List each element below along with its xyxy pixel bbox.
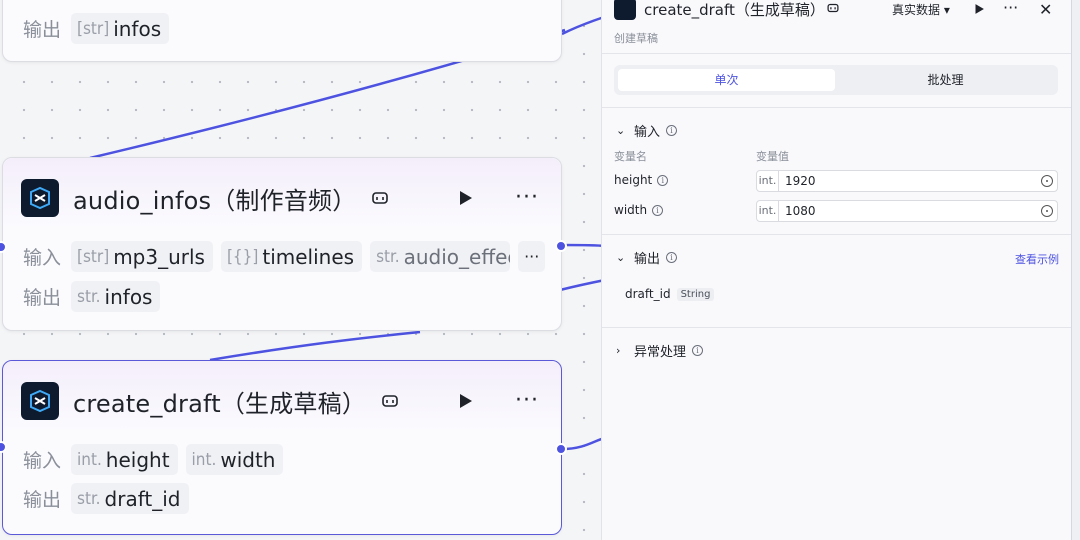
run-mode-tabs: 单次 批处理 bbox=[614, 65, 1058, 95]
run-icon[interactable] bbox=[972, 2, 986, 16]
tab-batch[interactable]: 批处理 bbox=[837, 69, 1054, 91]
plugin-icon bbox=[372, 192, 389, 204]
node-title: audio_infos（制作音频） bbox=[73, 186, 357, 215]
panel-subtitle: 创建草稿 bbox=[614, 32, 658, 45]
node-outputs: 输出 str. draft_id bbox=[23, 483, 189, 514]
col-header-name: 变量名 bbox=[614, 150, 647, 163]
more-icon[interactable]: ··· bbox=[515, 390, 539, 412]
input-chip: int. width bbox=[185, 444, 284, 475]
output-chip: str. infos bbox=[71, 281, 161, 312]
capcut-logo-icon bbox=[614, 0, 636, 20]
node-previous[interactable]: 输出 [str] infos bbox=[2, 0, 562, 62]
side-panel-edge bbox=[1071, 0, 1080, 540]
more-inputs-button[interactable]: ··· bbox=[518, 241, 546, 272]
info-icon: i bbox=[666, 125, 678, 136]
output-port[interactable] bbox=[555, 443, 567, 455]
node-title: create_draft（生成草稿） bbox=[73, 389, 367, 418]
capcut-logo-icon bbox=[21, 382, 59, 420]
edge-audio-lower bbox=[559, 278, 606, 292]
node-inputs: 输入 int. height int. width bbox=[23, 444, 284, 475]
tab-single[interactable]: 单次 bbox=[618, 69, 835, 91]
info-icon: i bbox=[657, 174, 669, 186]
node-inputs: 输入 [str] mp3_urls [{}] timelines str. audio… bbox=[23, 241, 546, 272]
edge-audio-out bbox=[561, 243, 606, 248]
node-create-draft[interactable]: create_draft（生成草稿） ··· 输入 int. height int… bbox=[2, 360, 562, 535]
input-chip: [{}] timelines bbox=[220, 241, 363, 272]
output-port[interactable] bbox=[555, 240, 567, 252]
var-name-height: height i bbox=[614, 173, 669, 187]
variable-ref-icon[interactable] bbox=[1041, 175, 1053, 187]
output-label: 输出 bbox=[23, 287, 62, 309]
variable-ref-icon[interactable] bbox=[1041, 205, 1053, 217]
capcut-logo-icon bbox=[21, 179, 59, 217]
plugin-icon bbox=[382, 395, 398, 407]
panel-header: create_draft（生成草稿） 真实数据 ▾ ··· ✕ 创建草稿 bbox=[602, 0, 1071, 54]
chevron-right-icon: › bbox=[616, 344, 621, 357]
info-icon: i bbox=[692, 345, 704, 356]
close-icon[interactable]: ✕ bbox=[1039, 0, 1052, 19]
run-icon[interactable] bbox=[455, 391, 475, 411]
panel-title: create_draft（生成草稿） bbox=[644, 1, 825, 19]
height-field[interactable]: int. 1920 bbox=[756, 170, 1058, 192]
output-chip: [str] infos bbox=[71, 13, 170, 44]
run-icon[interactable] bbox=[455, 188, 475, 208]
var-name-width: width i bbox=[614, 203, 664, 217]
input-chip: int. height bbox=[71, 444, 178, 475]
output-label: 输出 bbox=[23, 489, 62, 511]
chevron-down-icon: ⌄ bbox=[616, 124, 626, 137]
node-previous-outputs: 输出 [str] infos bbox=[23, 13, 170, 44]
edge-draft-out bbox=[561, 436, 606, 451]
plugin-icon bbox=[827, 3, 839, 13]
chevron-down-icon: ⌄ bbox=[616, 251, 626, 264]
input-chip: str.audio_effect bbox=[370, 241, 511, 272]
width-field[interactable]: int. 1080 bbox=[756, 200, 1058, 222]
node-outputs: 输出 str. infos bbox=[23, 281, 161, 312]
edge-mid bbox=[209, 330, 421, 362]
input-section-toggle[interactable]: ⌄ 输入 i bbox=[616, 121, 678, 140]
input-label: 输入 bbox=[23, 247, 62, 269]
input-chip: [str] mp3_urls bbox=[71, 241, 213, 272]
output-variable: draft_id String bbox=[625, 287, 715, 301]
output-label: 输出 bbox=[23, 19, 62, 41]
data-source-dropdown[interactable]: 真实数据 ▾ bbox=[892, 1, 950, 18]
input-label: 输入 bbox=[23, 450, 62, 472]
more-icon[interactable]: ··· bbox=[515, 187, 539, 209]
node-audio-infos[interactable]: audio_infos（制作音频） ··· 输入 [str] mp3_urls [… bbox=[2, 157, 562, 331]
info-icon: i bbox=[652, 204, 664, 216]
node-config-panel: create_draft（生成草稿） 真实数据 ▾ ··· ✕ 创建草稿 单次 … bbox=[601, 0, 1071, 540]
col-header-value: 变量值 bbox=[756, 150, 789, 163]
info-icon: i bbox=[666, 252, 678, 263]
output-section-toggle[interactable]: ⌄ 输出 i bbox=[616, 248, 678, 267]
node-header: audio_infos（制作音频） ··· bbox=[21, 178, 543, 218]
node-header: create_draft（生成草稿） ··· bbox=[21, 381, 543, 421]
view-example-link[interactable]: 查看示例 bbox=[1015, 251, 1059, 267]
more-icon[interactable]: ··· bbox=[1003, 0, 1018, 17]
type-badge: String bbox=[676, 287, 715, 301]
output-chip: str. draft_id bbox=[71, 483, 189, 514]
error-handling-toggle[interactable]: › 异常处理 i bbox=[616, 341, 704, 360]
